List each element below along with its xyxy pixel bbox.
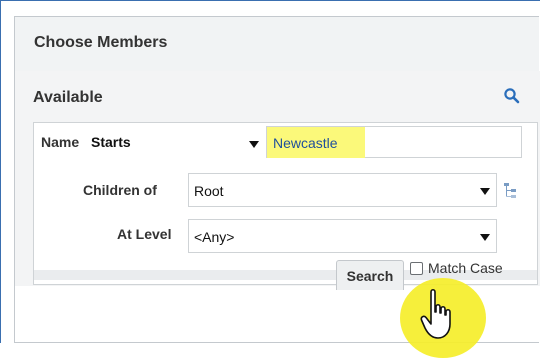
children-of-select[interactable]: Root [188, 173, 497, 207]
chevron-down-icon [249, 141, 259, 148]
at-level-value: <Any> [194, 229, 235, 245]
search-button[interactable]: Search [336, 260, 404, 290]
match-case-label: Match Case [428, 260, 503, 276]
pointer-hand-icon [420, 288, 451, 339]
match-case-checkbox[interactable] [410, 262, 423, 275]
at-level-label: At Level [117, 226, 172, 242]
available-heading: Available [33, 89, 103, 106]
children-of-label: Children of [83, 182, 157, 198]
chevron-down-icon [480, 188, 490, 195]
panel-title: Choose Members [34, 34, 168, 51]
children-of-value: Root [194, 183, 224, 199]
at-level-select[interactable]: <Any> [188, 219, 497, 253]
hierarchy-icon[interactable] [503, 181, 519, 199]
name-search-value: Newcastle [273, 135, 338, 151]
name-operator-value: Starts [91, 134, 131, 150]
panel-header: Choose Members [15, 17, 539, 72]
name-operator-select[interactable]: Starts [89, 127, 265, 159]
magnifier-icon[interactable] [503, 87, 521, 105]
chevron-down-icon [480, 234, 490, 241]
name-label: Name [41, 134, 80, 150]
